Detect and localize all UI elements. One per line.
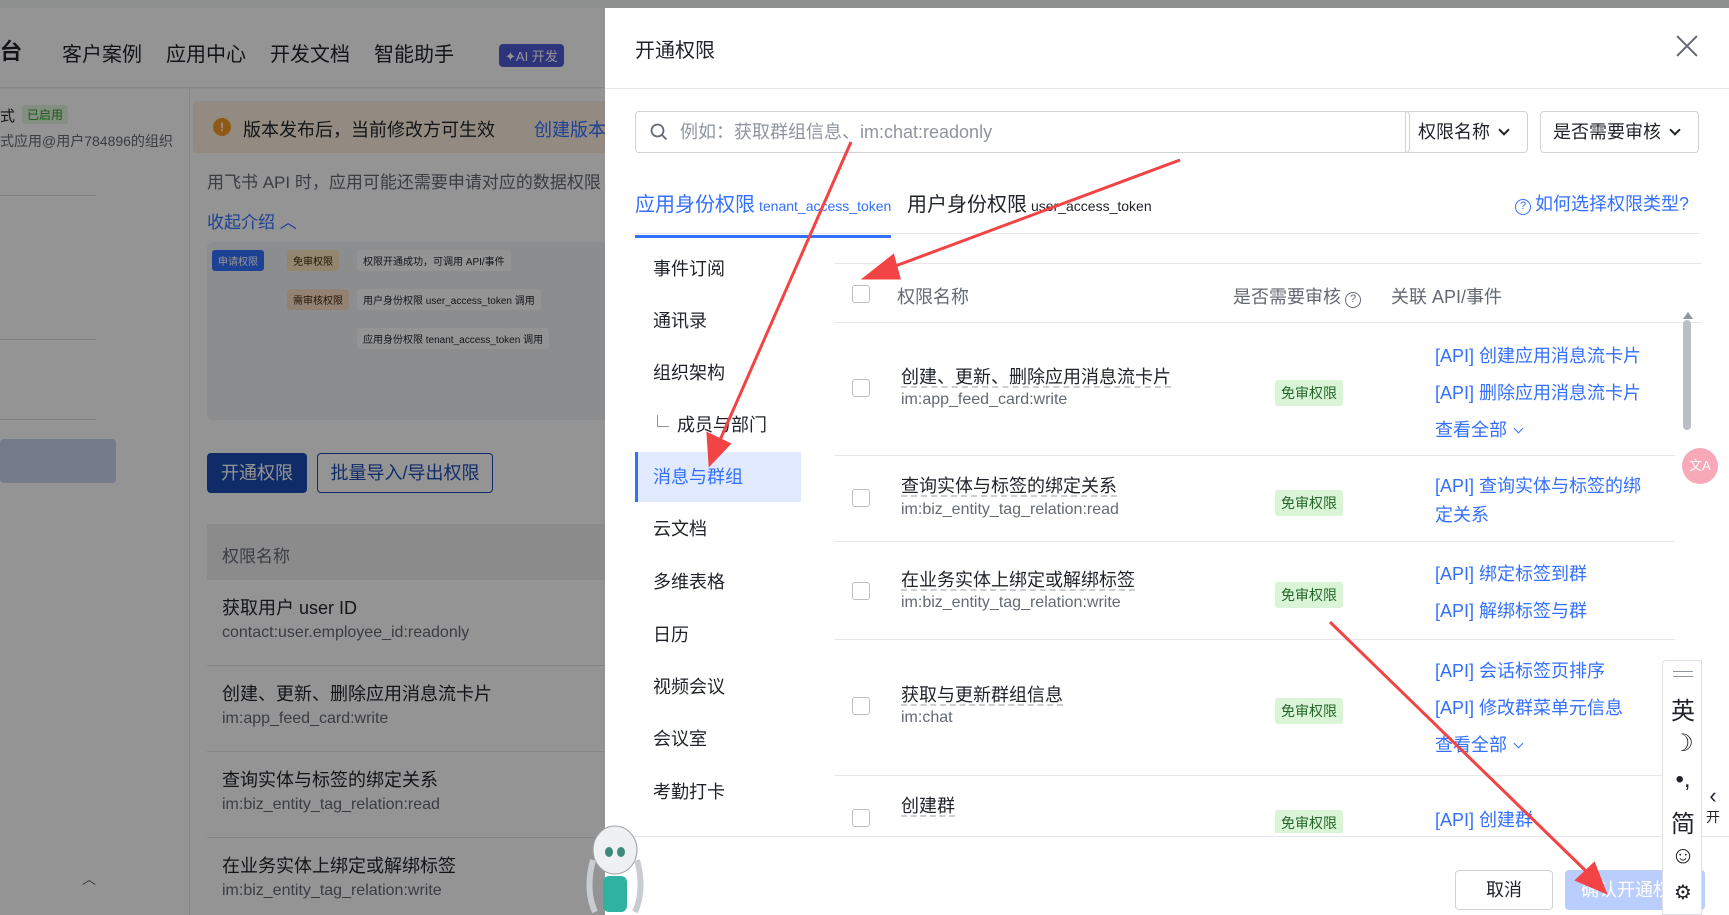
permission-code: im:chat: [901, 709, 953, 726]
divider: [605, 88, 1729, 89]
category-item[interactable]: 视频会议: [635, 662, 801, 712]
category-item-sub[interactable]: 成员与部门: [635, 400, 801, 450]
permission-name: 创建群: [901, 796, 955, 816]
category-item-active[interactable]: 消息与群组: [635, 452, 801, 502]
select-value: 权限名称: [1418, 122, 1490, 142]
api-link[interactable]: [API] 会话标签页排序: [1435, 657, 1605, 683]
column-api: 关联 API/事件: [1391, 287, 1503, 307]
api-link[interactable]: [API] 修改群菜单元信息: [1435, 694, 1623, 720]
question-icon[interactable]: ?: [1345, 292, 1361, 308]
permission-code: im:biz_entity_tag_relation:read: [901, 501, 1119, 518]
mascot-sticker: [586, 825, 644, 914]
category-item[interactable]: 日历: [635, 610, 801, 660]
category-item[interactable]: 考勤打卡: [635, 767, 801, 817]
no-review-badge: 免审权限: [1275, 380, 1343, 406]
permission-name: 获取与更新群组信息: [901, 685, 1063, 705]
chevron-down-icon: [1669, 124, 1681, 136]
settings-icon[interactable]: ⚙: [1663, 880, 1703, 905]
category-item[interactable]: 组织架构: [635, 348, 801, 398]
input-method-toolbar: 英 ☽ •, 简 ☺ ⚙: [1662, 660, 1702, 915]
chevron-left-icon: ‹: [1709, 783, 1717, 808]
drag-handle-icon[interactable]: [1673, 671, 1693, 677]
search-input[interactable]: [680, 114, 1280, 150]
permission-name: 创建、更新、删除应用消息流卡片: [901, 367, 1171, 387]
emoji-icon[interactable]: ☺: [1663, 842, 1703, 870]
close-icon[interactable]: [1671, 30, 1703, 62]
open-permission-drawer: 开通权限 权限名称 是否需要审核 应用身份权限tenant_access_tok…: [605, 8, 1729, 915]
category-list: 事件订阅 通讯录 组织架构 成员与部门 消息与群组 云文档 多维表格 日历 视频…: [635, 244, 801, 844]
tab-sub-label: user_access_token: [1031, 198, 1152, 214]
filter-review-select[interactable]: 是否需要审核: [1540, 111, 1699, 153]
category-item[interactable]: 通讯录: [635, 296, 801, 346]
table-row: 创建、更新、删除应用消息流卡片 im:app_feed_card:write 免…: [835, 323, 1675, 456]
table-header: 权限名称 是否需要审核? 关联 API/事件: [835, 263, 1701, 323]
table-row: 在业务实体上绑定或解绑标签 im:biz_entity_tag_relation…: [835, 542, 1675, 640]
drawer-title: 开通权限: [635, 40, 715, 62]
simplified-toggle[interactable]: 简: [1663, 804, 1703, 839]
row-checkbox[interactable]: [852, 809, 870, 827]
chevron-down-icon: [1513, 423, 1524, 434]
scroll-up-arrow[interactable]: [1683, 312, 1693, 319]
category-item[interactable]: 云文档: [635, 504, 801, 554]
api-link[interactable]: [API] 创建群: [1435, 806, 1533, 832]
column-review: 是否需要审核?: [1233, 283, 1361, 309]
column-name: 权限名称: [897, 287, 969, 307]
row-checkbox[interactable]: [852, 582, 870, 600]
table-row: 获取与更新群组信息 im:chat 免审权限 [API] 会话标签页排序 [AP…: [835, 640, 1675, 776]
punctuation-toggle[interactable]: •,: [1663, 766, 1703, 794]
filter-permission-name-select[interactable]: 权限名称: [1405, 111, 1528, 153]
api-link[interactable]: [API] 创建应用消息流卡片: [1435, 342, 1641, 368]
side-open-label: 开: [1706, 809, 1720, 825]
permission-code: im:biz_entity_tag_relation:write: [901, 594, 1121, 611]
tab-user-identity[interactable]: 用户身份权限 user_access_token: [907, 188, 1152, 217]
chevron-down-icon: [1498, 124, 1510, 136]
chevron-down-icon: [1513, 738, 1524, 749]
table-row: 创建群 免审权限 [API] 创建群: [835, 776, 1675, 833]
view-all-link[interactable]: 查看全部: [1435, 416, 1524, 442]
ime-language-toggle[interactable]: 英: [1663, 691, 1703, 726]
api-link-continued[interactable]: 定关系: [1435, 501, 1489, 527]
permission-type-help-link[interactable]: ? 如何选择权限类型?: [1515, 190, 1689, 216]
api-link[interactable]: [API] 查询实体与标签的绑: [1435, 472, 1641, 498]
side-panel-toggle[interactable]: ‹ 开: [1702, 785, 1724, 827]
permission-name: 在业务实体上绑定或解绑标签: [901, 570, 1135, 590]
question-icon: ?: [1515, 199, 1531, 215]
table-scrollbar[interactable]: [1683, 320, 1691, 430]
category-item[interactable]: 多维表格: [635, 557, 801, 607]
cancel-button[interactable]: 取消: [1455, 870, 1553, 910]
api-link[interactable]: [API] 删除应用消息流卡片: [1435, 379, 1641, 405]
permission-search-box[interactable]: [635, 111, 1410, 153]
no-review-badge: 免审权限: [1275, 582, 1343, 608]
category-item[interactable]: 会议室: [635, 714, 801, 764]
moon-icon[interactable]: ☽: [1663, 729, 1703, 758]
api-link[interactable]: [API] 绑定标签到群: [1435, 560, 1587, 586]
tab-app-identity[interactable]: 应用身份权限 tenant_access_token: [635, 188, 892, 238]
permission-table: 权限名称 是否需要审核? 关联 API/事件 创建、更新、删除应用消息流卡片 i…: [835, 263, 1701, 833]
no-review-badge: 免审权限: [1275, 698, 1343, 724]
row-checkbox[interactable]: [852, 489, 870, 507]
search-icon: [650, 123, 668, 141]
tab-label: 应用身份权限: [635, 194, 755, 216]
api-link[interactable]: [API] 解绑标签与群: [1435, 597, 1587, 623]
select-all-checkbox[interactable]: [852, 285, 870, 303]
view-all-link[interactable]: 查看全部: [1435, 731, 1524, 757]
row-checkbox[interactable]: [852, 697, 870, 715]
table-row: 查询实体与标签的绑定关系 im:biz_entity_tag_relation:…: [835, 456, 1675, 542]
tree-branch-icon: [657, 415, 669, 427]
row-checkbox[interactable]: [852, 379, 870, 397]
category-item[interactable]: 事件订阅: [635, 244, 801, 294]
permission-code: im:app_feed_card:write: [901, 391, 1068, 408]
translate-icon[interactable]: 文A: [1682, 448, 1718, 484]
select-value: 是否需要审核: [1553, 122, 1661, 142]
no-review-badge: 免审权限: [1275, 810, 1343, 833]
tab-sub-label: tenant_access_token: [759, 198, 892, 214]
drawer-footer: 取消 确认开通权限: [605, 836, 1729, 915]
permission-name: 查询实体与标签的绑定关系: [901, 476, 1117, 496]
tab-label: 用户身份权限: [907, 194, 1027, 216]
no-review-badge: 免审权限: [1275, 490, 1343, 516]
